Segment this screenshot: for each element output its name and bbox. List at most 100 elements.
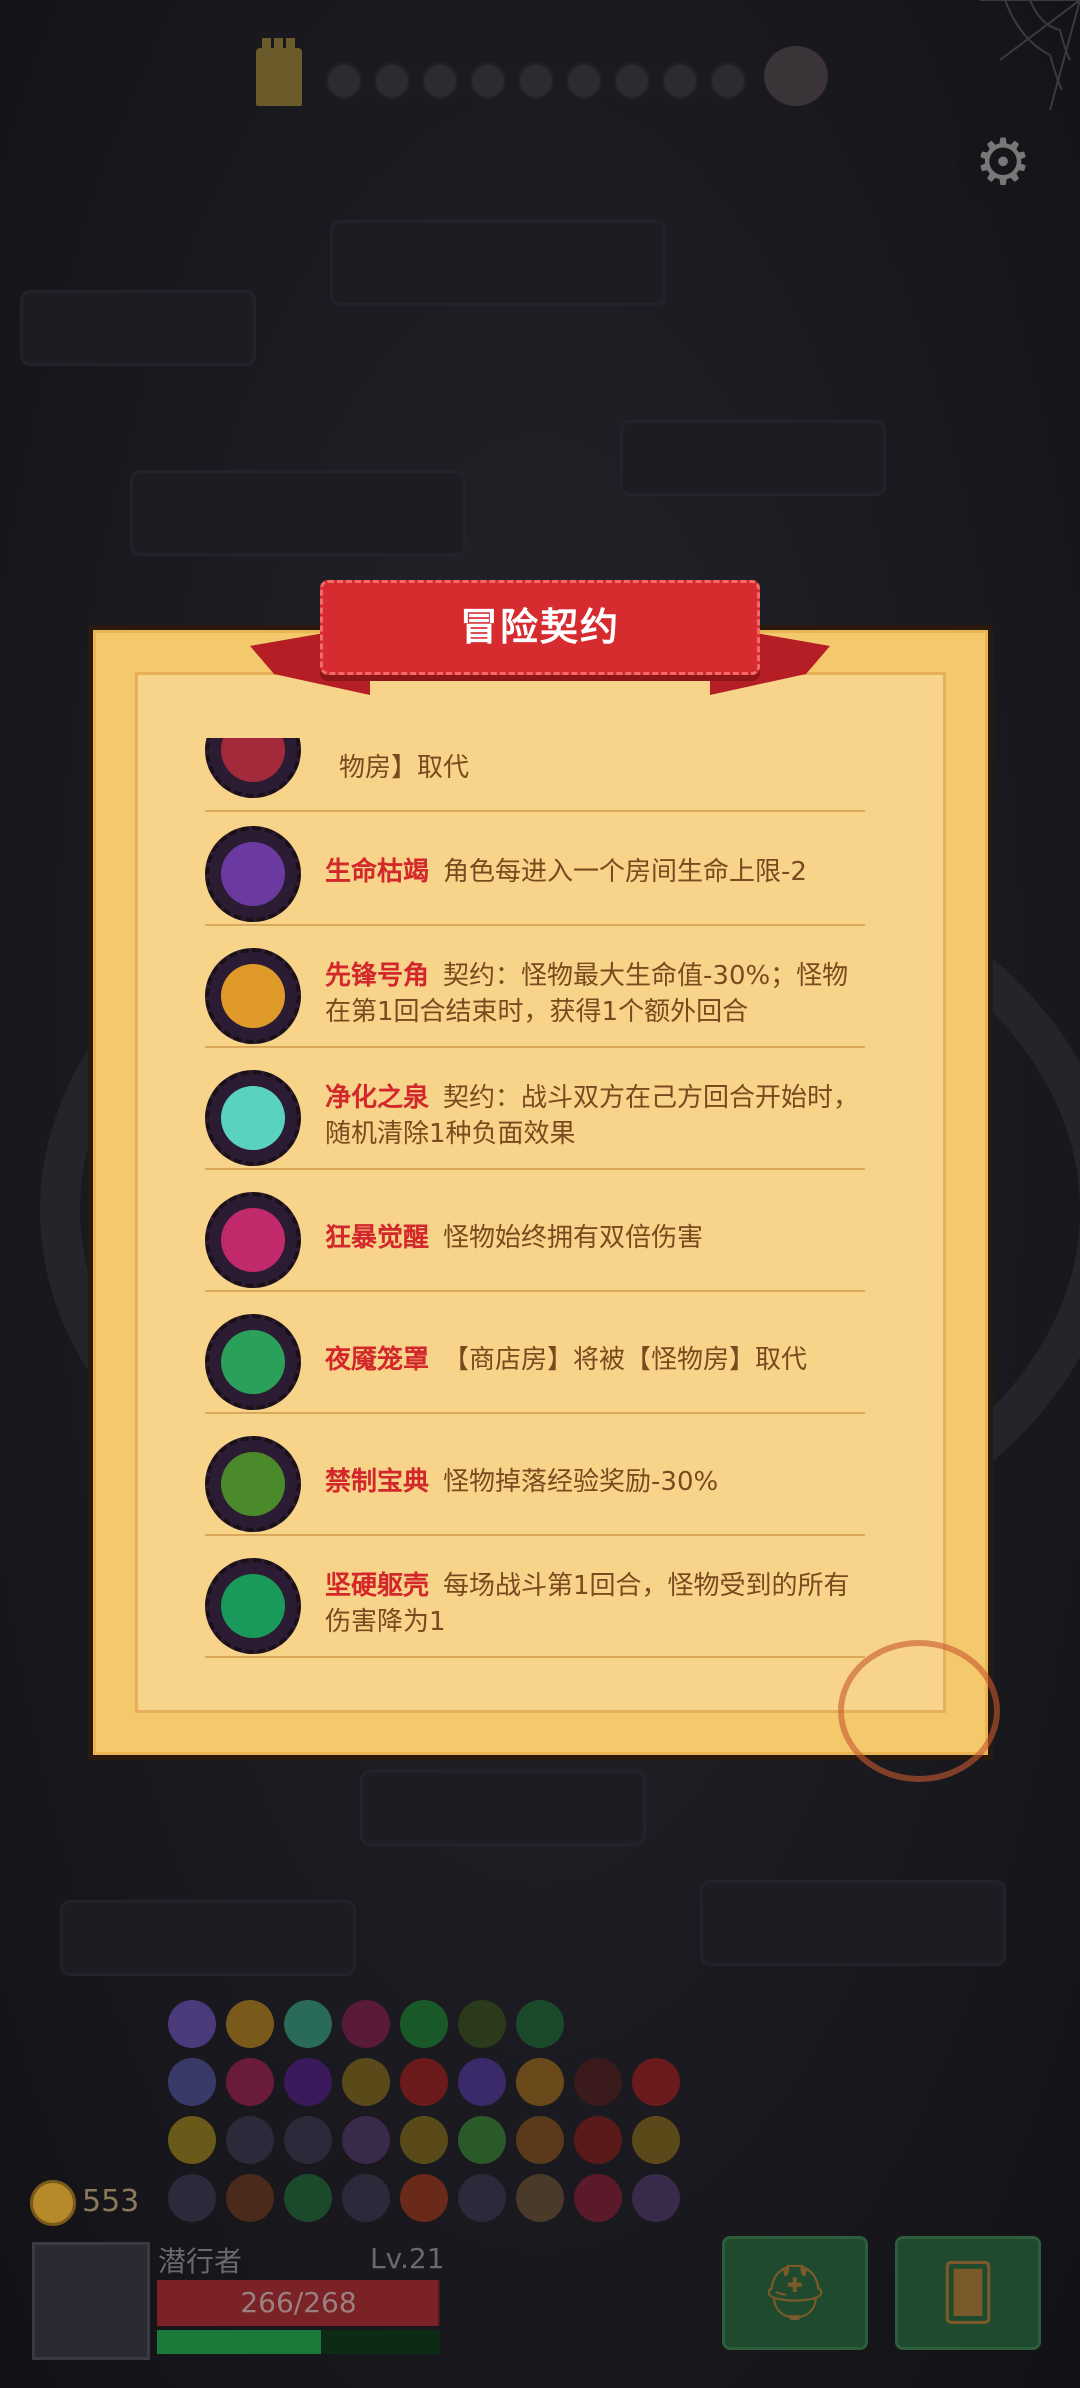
icon-fill — [221, 964, 285, 1028]
relic-icon — [284, 2000, 332, 2048]
relic-icon — [632, 2174, 680, 2222]
relic-icon — [458, 2000, 506, 2048]
avatar[interactable] — [32, 2242, 150, 2360]
player-level: Lv.21 — [370, 2242, 445, 2275]
withered-lamp-icon — [205, 826, 301, 922]
relic-icon — [632, 2116, 680, 2164]
relic-inventory — [168, 2000, 688, 2230]
relic-icon — [168, 2116, 216, 2164]
contract-row[interactable]: 生命枯竭 角色每进入一个房间生命上限-2 — [205, 818, 865, 926]
relic-icon — [168, 2000, 216, 2048]
cards-button[interactable]: 🂠 — [895, 2236, 1041, 2350]
contract-text: 狂暴觉醒 怪物始终拥有双倍伤害 — [325, 1220, 865, 1256]
hp-bar: 266/268 — [157, 2280, 440, 2326]
icon-fill — [221, 1452, 285, 1516]
background-brick — [700, 1880, 1006, 1966]
contract-row[interactable]: 先锋号角 契约：怪物最大生命值-30%；怪物在第1回合结束时，获得1个额外回合 — [205, 940, 865, 1048]
contract-name: 夜魇笼罩 — [325, 1345, 430, 1375]
icon-fill — [221, 1208, 285, 1272]
relic-icon — [342, 2058, 390, 2106]
xp-bar — [157, 2330, 440, 2354]
progress-dot — [709, 62, 747, 100]
progress-dot — [469, 62, 507, 100]
dialog-title: 冒险契约 — [459, 605, 620, 649]
progress-dot — [613, 62, 651, 100]
contract-row[interactable]: 坚硬躯壳 每场战斗第1回合，怪物受到的所有伤害降为1 — [205, 1550, 865, 1658]
progress-dot — [661, 62, 699, 100]
background-brick — [620, 420, 886, 496]
contract-row[interactable]: 狂暴觉醒 怪物始终拥有双倍伤害 — [205, 1184, 865, 1292]
relic-icon — [400, 2058, 448, 2106]
nightmare-monster-icon — [205, 1314, 301, 1410]
relic-icon — [516, 2000, 564, 2048]
contract-row[interactable]: 禁制宝典 怪物掉落经验奖励-30% — [205, 1428, 865, 1536]
background-brick — [130, 470, 466, 556]
progress-dot — [421, 62, 459, 100]
title-ribbon: 冒险契约 — [250, 580, 830, 695]
relic-icon — [342, 2116, 390, 2164]
contract-name: 生命枯竭 — [325, 857, 430, 887]
contract-text: 净化之泉 契约：战斗双方在己方回合开始时，随机清除1种负面效果 — [325, 1080, 865, 1152]
contract-row[interactable]: 物房】取代 — [205, 738, 865, 812]
wax-stamp-icon — [838, 1640, 1000, 1782]
progress-dot — [325, 62, 363, 100]
relic-icon — [632, 2058, 680, 2106]
relic-icon — [458, 2116, 506, 2164]
relic-icon — [516, 2116, 564, 2164]
relic-icon — [458, 2058, 506, 2106]
relic-icon — [168, 2058, 216, 2106]
contract-text: 物房】取代 — [325, 750, 865, 786]
contract-row[interactable]: 净化之泉 契约：战斗双方在己方回合开始时，随机清除1种负面效果 — [205, 1062, 865, 1170]
spider-web-icon — [980, 0, 1080, 110]
relic-icon — [400, 2000, 448, 2048]
crimson-beast-icon — [205, 738, 301, 798]
cards-icon: 🂠 — [940, 2261, 996, 2324]
contract-text: 坚硬躯壳 每场战斗第1回合，怪物受到的所有伤害降为1 — [325, 1568, 865, 1640]
icon-fill — [221, 842, 285, 906]
contract-name: 坚硬躯壳 — [325, 1571, 430, 1601]
boss-skull-icon — [764, 46, 828, 106]
tower-icon — [256, 38, 302, 106]
hp-text: 266/268 — [240, 2286, 357, 2319]
contract-name: 狂暴觉醒 — [325, 1223, 430, 1253]
relic-icon — [400, 2174, 448, 2222]
relic-icon — [284, 2116, 332, 2164]
relic-icon — [574, 2174, 622, 2222]
player-name: 潜行者 — [158, 2245, 243, 2278]
background-brick — [330, 220, 666, 306]
equipment-button[interactable]: ⛑ — [722, 2236, 868, 2350]
relic-icon — [226, 2174, 274, 2222]
relic-icon — [400, 2116, 448, 2164]
contract-list[interactable]: 物房】取代 生命枯竭 角色每进入一个房间生命上限-2 先锋号角 契约：怪物最大生命值… — [205, 738, 865, 1678]
spring-splash-icon — [205, 1070, 301, 1166]
helmet-icon: ⛑ — [760, 2261, 830, 2324]
contract-text: 先锋号角 契约：怪物最大生命值-30%；怪物在第1回合结束时，获得1个额外回合 — [325, 958, 865, 1030]
contract-row[interactable]: 夜魇笼罩 【商店房】将被【怪物房】取代 — [205, 1306, 865, 1414]
coin-icon — [30, 2180, 76, 2226]
relic-icon — [226, 2058, 274, 2106]
settings-button[interactable]: ⚙ — [958, 118, 1048, 208]
relic-icon — [226, 2000, 274, 2048]
horn-icon — [205, 948, 301, 1044]
icon-fill — [221, 1330, 285, 1394]
background-brick — [60, 1900, 356, 1976]
progress-dot — [565, 62, 603, 100]
icon-fill — [221, 738, 285, 782]
relic-icon — [284, 2058, 332, 2106]
coin-value: 553 — [82, 2184, 140, 2219]
relic-icon — [458, 2174, 506, 2222]
relic-icon — [574, 2058, 622, 2106]
relic-icon — [516, 2058, 564, 2106]
forbidden-tome-icon — [205, 1436, 301, 1532]
rage-eye-icon — [205, 1192, 301, 1288]
relic-icon — [342, 2000, 390, 2048]
contract-desc: 【商店房】将被【怪物房】取代 — [443, 1345, 808, 1375]
relic-icon — [168, 2174, 216, 2222]
contract-desc: 物房】取代 — [339, 753, 470, 783]
contract-desc: 怪物始终拥有双倍伤害 — [443, 1223, 704, 1253]
relic-icon — [226, 2116, 274, 2164]
top-progress-bar — [0, 0, 1080, 150]
background-brick — [360, 1770, 646, 1846]
xp-fill — [157, 2330, 322, 2354]
contract-text: 生命枯竭 角色每进入一个房间生命上限-2 — [325, 854, 865, 890]
